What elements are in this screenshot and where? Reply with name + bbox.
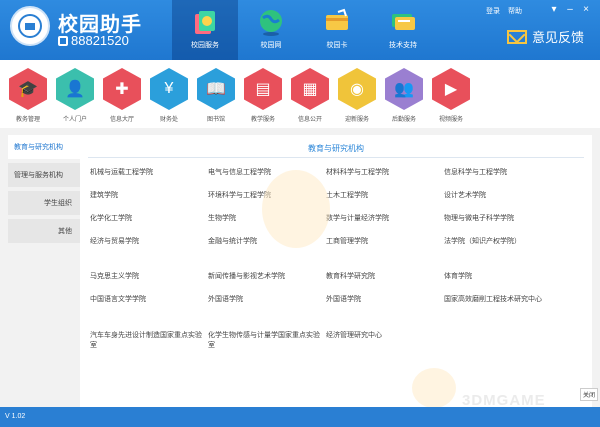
college-link[interactable]: 化学化工学院 bbox=[90, 214, 208, 224]
book-icon: 📖 bbox=[197, 68, 235, 110]
school-logo-icon bbox=[10, 6, 50, 46]
tile-label: 财务处 bbox=[159, 117, 178, 123]
tile-video[interactable]: ▶ 视频服务 bbox=[431, 68, 471, 123]
status-bar: V 1.02 bbox=[0, 407, 600, 427]
college-link[interactable]: 数学与计量经济学院 bbox=[326, 214, 444, 224]
phone-text: 88821520 bbox=[71, 33, 129, 48]
tab-school-services[interactable]: 校园服务 bbox=[172, 0, 238, 60]
category-sidebar: 教育与研究机构 管理与服务机构 学生组织 其他 bbox=[8, 135, 80, 247]
college-link[interactable]: 外国语学院 bbox=[326, 295, 444, 305]
college-link[interactable]: 材料科学与工程学院 bbox=[326, 168, 444, 178]
college-list-panel: 教育与研究机构 机械与运载工程学院 电气与信息工程学院 材料科学与工程学院 信息… bbox=[80, 135, 592, 407]
tile-library[interactable]: 📖 图书馆 bbox=[196, 68, 236, 123]
feedback-button[interactable]: 意见反馈 bbox=[507, 27, 584, 46]
tab-label: 校园卡 bbox=[326, 42, 348, 49]
tile-label: 后勤服务 bbox=[391, 117, 416, 123]
disc-icon: ◉ bbox=[338, 68, 376, 110]
tile-label: 图书馆 bbox=[206, 117, 225, 123]
help-link[interactable]: 帮助 bbox=[508, 6, 522, 16]
sidebar-item-student-orgs[interactable]: 学生组织 bbox=[8, 191, 80, 215]
sidebar-item-management[interactable]: 管理与服务机构 bbox=[8, 163, 80, 187]
school-services-icon bbox=[195, 11, 215, 34]
college-link[interactable]: 土木工程学院 bbox=[326, 191, 444, 201]
news-icon: ▦ bbox=[291, 68, 329, 110]
graduation-cap-icon: 🎓 bbox=[9, 68, 47, 110]
mascot-corner-icon bbox=[412, 368, 456, 408]
college-link[interactable]: 汽车车身先进设计制造国家重点实验室 bbox=[90, 331, 208, 351]
person-icon: 👤 bbox=[56, 68, 94, 110]
main-nav: 校园服务 校园网 校园卡 技术支持 bbox=[172, 0, 436, 60]
college-link[interactable]: 信息科学与工程学院 bbox=[444, 168, 562, 178]
college-link[interactable]: 法学院（知识产权学院） bbox=[444, 237, 562, 247]
panel-title: 教育与研究机构 bbox=[308, 144, 364, 153]
tile-info-hall[interactable]: ✚ 信息大厅 bbox=[102, 68, 142, 123]
college-link[interactable]: 化学生物传感与计量学国家重点实验室 bbox=[208, 331, 326, 351]
tile-teaching[interactable]: ▤ 教学服务 bbox=[243, 68, 283, 123]
tile-academic[interactable]: 🎓 教务管理 bbox=[8, 68, 48, 123]
tech-support-icon bbox=[392, 14, 415, 30]
tile-welcome[interactable]: ◉ 迎新服务 bbox=[337, 68, 377, 123]
tile-label: 信息公开 bbox=[297, 117, 322, 123]
menu-icon[interactable]: ▾ bbox=[548, 4, 560, 16]
login-link[interactable]: 登录 bbox=[486, 6, 500, 16]
tab-tech-support[interactable]: 技术支持 bbox=[370, 0, 436, 60]
tile-label: 个人门户 bbox=[62, 117, 87, 123]
campus-card-icon bbox=[326, 8, 348, 30]
college-link[interactable]: 新闻传播与影视艺术学院 bbox=[208, 272, 326, 282]
sidebar-item-other[interactable]: 其他 bbox=[8, 219, 80, 243]
tile-label: 教学服务 bbox=[250, 117, 275, 123]
college-link[interactable]: 马克思主义学院 bbox=[90, 272, 208, 282]
college-link[interactable]: 经济与贸易学院 bbox=[90, 237, 208, 247]
close-tip[interactable]: 关闭 bbox=[580, 388, 599, 401]
tile-label: 信息大厅 bbox=[109, 117, 134, 123]
college-link[interactable]: 建筑学院 bbox=[90, 191, 208, 201]
tab-campus-net[interactable]: 校园网 bbox=[238, 0, 304, 60]
tab-label: 技术支持 bbox=[389, 42, 417, 49]
puzzle-icon: ✚ bbox=[103, 68, 141, 110]
tile-logistics[interactable]: 👥 后勤服务 bbox=[384, 68, 424, 123]
phone-icon bbox=[58, 35, 68, 46]
close-icon[interactable]: × bbox=[580, 4, 592, 16]
tile-label: 迎新服务 bbox=[344, 117, 369, 123]
video-icon: ▶ bbox=[432, 68, 470, 110]
tile-info-public[interactable]: ▦ 信息公开 bbox=[290, 68, 330, 123]
money-bag-icon: ¥ bbox=[150, 68, 188, 110]
mascot-watermark-icon bbox=[262, 170, 330, 248]
college-link[interactable]: 外国语学院 bbox=[208, 295, 326, 305]
tile-portal[interactable]: 👤 个人门户 bbox=[55, 68, 95, 123]
college-link[interactable]: 教育科学研究院 bbox=[326, 272, 444, 282]
phone-number: 88821520 bbox=[58, 33, 129, 48]
tab-campus-card[interactable]: 校园卡 bbox=[304, 0, 370, 60]
feedback-label: 意见反馈 bbox=[532, 30, 585, 45]
service-tiles: 🎓 教务管理 👤 个人门户 ✚ 信息大厅 ¥ 财务处 📖 图书馆 ▤ 教学服务 … bbox=[0, 60, 600, 128]
mail-icon bbox=[507, 29, 527, 44]
college-link[interactable]: 国家高效磨削工程技术研究中心 bbox=[444, 295, 562, 305]
presentation-icon: ▤ bbox=[244, 68, 282, 110]
tab-label: 校园服务 bbox=[191, 42, 219, 49]
sidebar-item-education[interactable]: 教育与研究机构 bbox=[8, 135, 80, 159]
college-link[interactable]: 物理与微电子科学学院 bbox=[444, 214, 562, 224]
college-link[interactable]: 机械与运载工程学院 bbox=[90, 168, 208, 178]
college-link[interactable]: 经济管理研究中心 bbox=[326, 331, 444, 341]
college-link[interactable]: 工商管理学院 bbox=[326, 237, 444, 247]
tile-finance[interactable]: ¥ 财务处 bbox=[149, 68, 189, 123]
title-bar: 校园助手 88821520 校园服务 校园网 校园卡 技术支持 登录 帮助 ▾ … bbox=[0, 0, 600, 60]
people-icon: 👥 bbox=[385, 68, 423, 110]
top-links: 登录 帮助 bbox=[486, 6, 522, 16]
college-link[interactable]: 体育学院 bbox=[444, 272, 562, 282]
college-link[interactable]: 中国语言文学学院 bbox=[90, 295, 208, 305]
divider bbox=[88, 157, 584, 158]
tile-label: 教务管理 bbox=[15, 117, 40, 123]
tab-label: 校园网 bbox=[260, 42, 282, 49]
college-link[interactable]: 设计艺术学院 bbox=[444, 191, 562, 201]
tile-label: 视频服务 bbox=[438, 117, 463, 123]
globe-icon bbox=[260, 10, 282, 36]
version-label: V 1.02 bbox=[5, 413, 26, 420]
minimize-icon[interactable]: – bbox=[564, 4, 576, 16]
